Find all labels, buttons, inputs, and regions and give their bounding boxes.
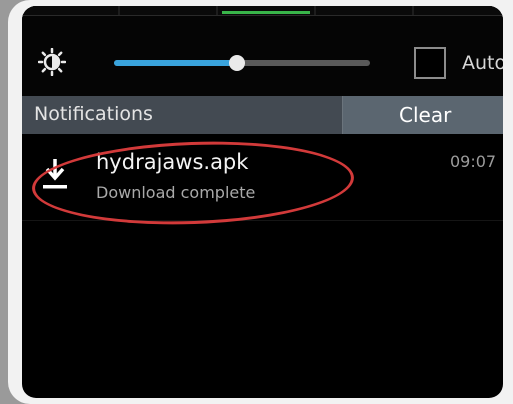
notification-time: 09:07 (450, 152, 497, 171)
notification-item[interactable]: hydrajaws.apk Download complete 09:07 (22, 134, 503, 230)
brightness-icon (38, 48, 66, 76)
notifications-header: Notifications Clear (22, 96, 503, 134)
quick-toggle[interactable] (22, 6, 120, 15)
clear-button[interactable]: Clear (342, 96, 503, 134)
clear-button-label: Clear (399, 103, 452, 127)
quick-toggle-active[interactable] (218, 6, 316, 15)
quick-toggle[interactable] (316, 6, 414, 15)
auto-brightness-label: Auto (462, 52, 503, 74)
brightness-row: Auto (22, 16, 503, 100)
brightness-slider-fill (114, 60, 237, 66)
phone-screen: Auto Notifications Clear hydrajaws.apk D… (22, 6, 503, 398)
auto-brightness-checkbox[interactable] (414, 47, 446, 79)
brightness-slider-thumb[interactable] (228, 55, 245, 71)
highlight-annotation-ring (30, 136, 356, 230)
notifications-title: Notifications (34, 103, 153, 125)
brightness-slider[interactable] (114, 55, 370, 71)
quick-toggle[interactable] (120, 6, 218, 15)
quick-toggle-strip (22, 6, 503, 16)
active-indicator (222, 11, 310, 14)
quick-toggle[interactable] (414, 6, 503, 15)
